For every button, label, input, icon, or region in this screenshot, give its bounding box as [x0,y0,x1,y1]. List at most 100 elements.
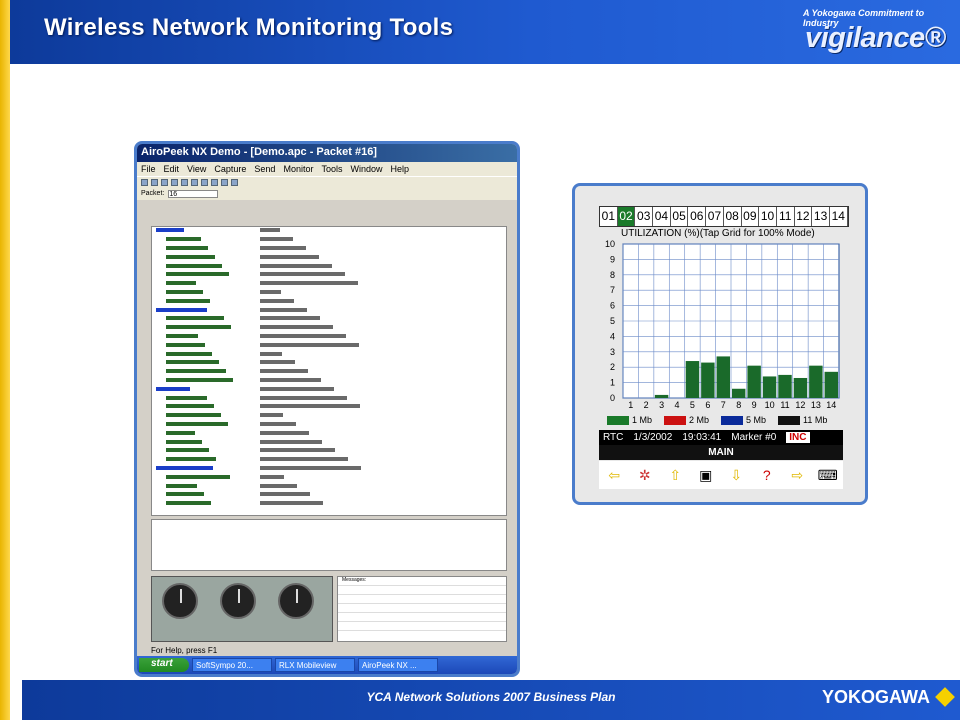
arrow-up-icon[interactable]: ⇧ [664,464,686,486]
toolbar-icon[interactable] [171,179,178,186]
menu-help[interactable]: Help [391,164,410,174]
decode-row[interactable] [152,359,506,368]
toolbar-icon[interactable] [201,179,208,186]
decode-row[interactable] [152,473,506,482]
channel-05[interactable]: 05 [670,207,689,226]
channel-03[interactable]: 03 [635,207,654,226]
decode-row[interactable] [152,245,506,254]
channel-10[interactable]: 10 [759,207,777,226]
decode-row[interactable] [152,429,506,438]
decode-row[interactable] [152,297,506,306]
bar-channel-3 [654,394,669,398]
channel-07[interactable]: 07 [706,207,724,226]
bar-channel-11 [778,374,792,398]
menu-window[interactable]: Window [350,164,382,174]
decode-row[interactable] [152,491,506,500]
toolbar-icon[interactable] [191,179,198,186]
network-icon[interactable]: ✲ [634,464,656,486]
hex-dump-pane[interactable] [151,519,507,571]
channel-09[interactable]: 09 [741,207,760,226]
decode-row[interactable] [152,438,506,447]
menu-tools[interactable]: Tools [321,164,342,174]
toolbar-icon[interactable] [211,179,218,186]
task-rlx-mobileview[interactable]: RLX Mobileview [275,658,355,672]
menu-file[interactable]: File [141,164,156,174]
message-row[interactable] [338,586,506,595]
decode-row[interactable] [152,227,506,236]
decode-field-marker [152,359,260,368]
menu-send[interactable]: Send [254,164,275,174]
decode-row[interactable] [152,456,506,465]
decode-row[interactable] [152,315,506,324]
arrow-down-icon[interactable]: ⇩ [725,464,747,486]
decode-row[interactable] [152,403,506,412]
decode-row[interactable] [152,385,506,394]
decode-row[interactable] [152,236,506,245]
toolbar-icon[interactable] [151,179,158,186]
channel-01[interactable]: 01 [600,207,618,226]
menu-view[interactable]: View [187,164,206,174]
decode-row[interactable] [152,465,506,474]
camera-icon[interactable]: ▣ [695,464,717,486]
decode-row[interactable] [152,333,506,342]
toolbar-icon[interactable] [221,179,228,186]
channel-04[interactable]: 04 [653,207,671,226]
toolbar-icon[interactable] [231,179,238,186]
keyboard-icon[interactable]: ⌨ [817,464,839,486]
decode-row[interactable] [152,341,506,350]
decode-row[interactable] [152,482,506,491]
y-tick-label: 3 [610,347,615,357]
channel-06[interactable]: 06 [688,207,707,226]
decode-row[interactable] [152,350,506,359]
menu-monitor[interactable]: Monitor [283,164,313,174]
message-row[interactable] [338,604,506,613]
decode-value-marker [260,438,322,447]
decode-row[interactable] [152,500,506,509]
message-row[interactable] [338,613,506,622]
decode-row[interactable] [152,412,506,421]
help-icon[interactable]: ? [756,464,778,486]
x-tick-label: 10 [765,400,775,410]
decode-row[interactable] [152,324,506,333]
bar-channel-10 [762,376,777,398]
task-softsympo[interactable]: SoftSympo 20... [192,658,272,672]
decode-row[interactable] [152,280,506,289]
decode-value-marker [260,253,319,262]
task-airopeek[interactable]: AiroPeek NX ... [358,658,438,672]
message-row[interactable] [338,622,506,631]
packet-decode-pane[interactable] [151,226,507,516]
channel-08[interactable]: 08 [723,207,742,226]
decode-row[interactable] [152,421,506,430]
decode-field-marker [152,465,260,474]
utilization-chart[interactable]: 0123456789101 2 3 4 5 6 7 8 9 10 11 12 13 14 [597,228,847,418]
decode-row[interactable] [152,368,506,377]
decode-row[interactable] [152,271,506,280]
channel-02[interactable]: 02 [617,207,636,226]
start-button[interactable]: start [139,658,189,672]
channel-12[interactable]: 12 [794,207,813,226]
decode-field-marker [152,368,260,377]
channel-13[interactable]: 13 [812,207,830,226]
decode-value-marker [260,412,283,421]
decode-row[interactable] [152,253,506,262]
decode-row[interactable] [152,306,506,315]
toolbar-icon[interactable] [181,179,188,186]
bar-channel-8 [732,388,746,398]
decode-row[interactable] [152,289,506,298]
arrow-left-icon[interactable]: ⇦ [603,464,625,486]
toolbar-icon[interactable] [161,179,168,186]
packet-number-input[interactable]: 16 [168,190,219,198]
menu-edit[interactable]: Edit [164,164,180,174]
channel-14[interactable]: 14 [829,207,848,226]
menu-capture[interactable]: Capture [214,164,246,174]
decode-row[interactable] [152,394,506,403]
arrow-right-icon[interactable]: ⇨ [786,464,808,486]
message-row[interactable] [338,595,506,604]
inc-button[interactable]: INC [786,432,810,443]
decode-row[interactable] [152,377,506,386]
y-tick-label: 1 [610,378,615,388]
decode-row[interactable] [152,447,506,456]
channel-11[interactable]: 11 [776,207,795,226]
decode-row[interactable] [152,262,506,271]
toolbar-icon[interactable] [141,179,148,186]
